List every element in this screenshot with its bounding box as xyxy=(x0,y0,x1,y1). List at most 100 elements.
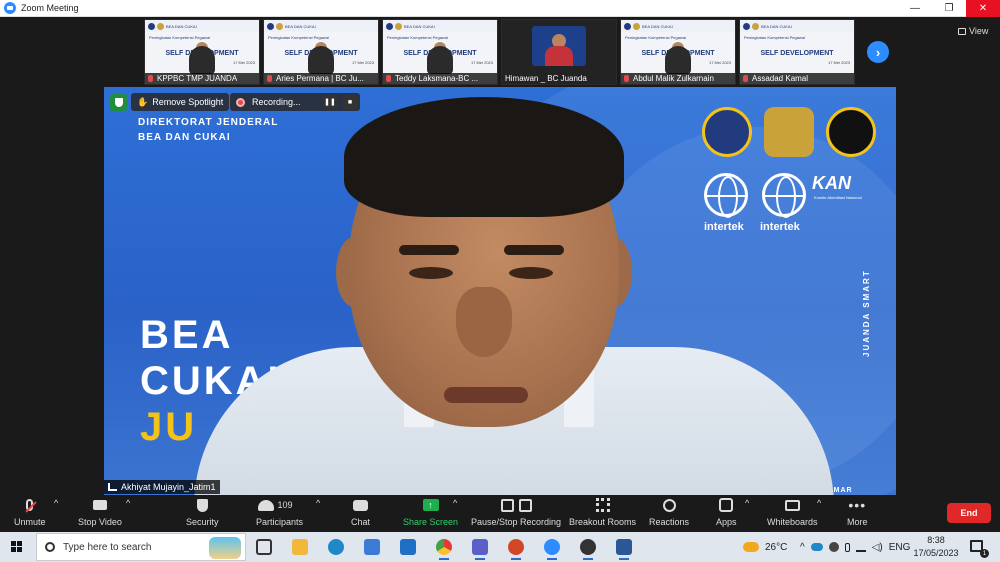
search-highlight-icon xyxy=(209,537,241,559)
muted-mic-icon xyxy=(148,75,153,82)
apps-label: Apps xyxy=(716,517,737,527)
breakout-rooms-label: Breakout Rooms xyxy=(569,517,637,527)
recording-dot-icon xyxy=(236,97,245,107)
slide-subtitle: Peningkatan Kompetensi Pegawai xyxy=(268,35,329,40)
participant-name: Teddy Laksmana-BC ... xyxy=(395,74,479,83)
muted-mic-icon xyxy=(624,75,629,82)
tray-chevron-icon[interactable]: ^ xyxy=(800,542,805,553)
participant-tile[interactable]: BEA DAN CUKAI Peningkatan Kompetensi Peg… xyxy=(620,19,736,85)
pause-recording-icon[interactable]: ❚❚ xyxy=(323,95,337,109)
teams-icon[interactable] xyxy=(472,539,488,560)
participant-tile[interactable]: BEA DAN CUKAI Peningkatan Kompetensi Peg… xyxy=(382,19,498,85)
chrome-icon[interactable] xyxy=(436,539,452,560)
slide-header: BEA DAN CUKAI xyxy=(761,23,792,29)
input-language[interactable]: ENG xyxy=(889,542,911,553)
whiteboard-icon xyxy=(784,499,800,511)
network-icon[interactable] xyxy=(855,543,866,552)
stop-recording-icon xyxy=(518,498,532,512)
weather-widget[interactable]: 26°C xyxy=(743,532,787,562)
participant-tile[interactable]: Himawan _ BC Juanda xyxy=(501,19,617,85)
emblem-icon xyxy=(276,22,283,30)
reactions-label: Reactions xyxy=(649,517,690,527)
powerpoint-icon[interactable] xyxy=(508,539,524,560)
slide-subtitle: Peningkatan Kompetensi Pegawai xyxy=(149,35,210,40)
remove-spotlight-label: Remove Spotlight xyxy=(152,97,224,107)
apps-button[interactable]: Apps xyxy=(716,498,737,527)
spotlight-video[interactable]: DIREKTORAT JENDERAL BEA DAN CUKAI BEA CU… xyxy=(104,87,896,495)
window-controls: — ❐ ✕ xyxy=(898,0,1000,17)
pause-stop-recording-button[interactable]: Pause/Stop Recording xyxy=(471,498,561,527)
slide-date: 17 Mei 2023 xyxy=(232,60,255,65)
view-button[interactable]: View xyxy=(958,26,988,36)
onedrive-icon[interactable] xyxy=(810,543,823,551)
media-player-icon[interactable] xyxy=(580,539,596,560)
speaker-eye xyxy=(509,267,553,279)
stop-recording-icon[interactable]: ■ xyxy=(343,95,357,109)
view-grid-icon xyxy=(958,27,966,35)
word-icon[interactable] xyxy=(616,539,632,560)
participant-tile[interactable]: BEA DAN CUKAI Peningkatan Kompetensi Peg… xyxy=(263,19,379,85)
next-page-chevron-icon[interactable]: › xyxy=(867,41,889,63)
minimize-button[interactable]: — xyxy=(898,0,932,17)
emblem-icon xyxy=(157,22,164,30)
whiteboard-options-caret-icon[interactable]: ^ xyxy=(817,498,821,508)
participants-options-caret-icon[interactable]: ^ xyxy=(316,498,320,508)
video-options-caret-icon[interactable]: ^ xyxy=(126,498,130,508)
windows-taskbar: Type here to search 26°C ^ ◁) ENG 8:38 1… xyxy=(0,532,1000,562)
participant-tile[interactable]: BEA DAN CUKAI Peningkatan Kompetensi Peg… xyxy=(739,19,855,85)
close-button[interactable]: ✕ xyxy=(966,0,1000,17)
task-view-icon[interactable] xyxy=(256,539,272,555)
slide-date: 17 Mei 2023 xyxy=(351,60,374,65)
chat-button[interactable]: Chat xyxy=(351,498,370,527)
share-options-caret-icon[interactable]: ^ xyxy=(453,498,457,508)
edge-browser-icon[interactable] xyxy=(328,539,344,555)
security-button[interactable]: Security xyxy=(186,498,219,527)
weather-cloud-icon xyxy=(743,542,759,552)
restore-button[interactable]: ❐ xyxy=(932,0,966,17)
volume-icon[interactable]: ◁) xyxy=(872,542,883,553)
store-icon[interactable] xyxy=(364,539,380,555)
stop-video-button[interactable]: Stop Video xyxy=(78,498,122,527)
speaker-name: Akhiyat Mujayin_Jatim1 xyxy=(121,482,216,492)
slide-banner: BEA DAN CUKAI xyxy=(740,20,854,32)
audio-options-caret-icon[interactable]: ^ xyxy=(54,498,58,508)
remove-spotlight-button[interactable]: ✋ Remove Spotlight xyxy=(131,93,230,111)
unmute-button[interactable]: Unmute xyxy=(14,498,46,527)
microphone-icon[interactable] xyxy=(844,542,850,552)
mail-icon[interactable] xyxy=(400,539,416,555)
share-screen-button[interactable]: ↑ Share Screen xyxy=(403,498,458,527)
windows-start-icon[interactable] xyxy=(11,541,23,553)
taskbar-search-box[interactable]: Type here to search xyxy=(36,533,246,561)
share-screen-label: Share Screen xyxy=(403,517,459,527)
slide-banner: BEA DAN CUKAI xyxy=(145,20,259,32)
avatar-body xyxy=(545,46,573,66)
muted-mic-icon xyxy=(267,75,272,82)
participant-body xyxy=(189,46,215,74)
emblem-icon xyxy=(743,22,750,30)
zoom-taskbar-icon[interactable] xyxy=(544,539,560,560)
participants-count: 109 xyxy=(277,500,293,510)
security-shield-icon xyxy=(196,498,208,512)
breakout-rooms-button[interactable]: Breakout Rooms xyxy=(569,498,636,527)
reactions-button[interactable]: Reactions xyxy=(649,498,689,527)
participants-button[interactable]: 109 Participants xyxy=(256,498,303,527)
participant-name: KPPBC TMP JUANDA xyxy=(157,74,238,83)
more-button[interactable]: ••• More xyxy=(847,497,868,527)
whiteboards-button[interactable]: Whiteboards xyxy=(767,498,818,527)
encryption-shield-icon[interactable] xyxy=(110,94,127,111)
participant-label: Aries Permana | BC Ju... xyxy=(264,73,378,84)
participant-label: KPPBC TMP JUANDA xyxy=(145,73,259,84)
participant-strip: BEA DAN CUKAI Peningkatan Kompetensi Peg… xyxy=(0,17,1000,87)
security-center-icon[interactable] xyxy=(828,542,839,552)
slide-banner: BEA DAN CUKAI xyxy=(264,20,378,32)
participant-label: Abdul Malik Zulkarnain xyxy=(621,73,735,84)
speaker-figure xyxy=(104,87,896,495)
taskbar-clock[interactable]: 8:38 17/05/2023 xyxy=(912,534,960,560)
file-explorer-icon[interactable] xyxy=(292,539,308,555)
slide-date: 17 Mei 2023 xyxy=(470,60,493,65)
participant-name: Aries Permana | BC Ju... xyxy=(276,74,364,83)
participant-tile[interactable]: BEA DAN CUKAI Peningkatan Kompetensi Peg… xyxy=(144,19,260,85)
participant-avatar xyxy=(532,26,586,66)
apps-options-caret-icon[interactable]: ^ xyxy=(745,498,749,508)
end-meeting-button[interactable]: End xyxy=(947,503,991,523)
